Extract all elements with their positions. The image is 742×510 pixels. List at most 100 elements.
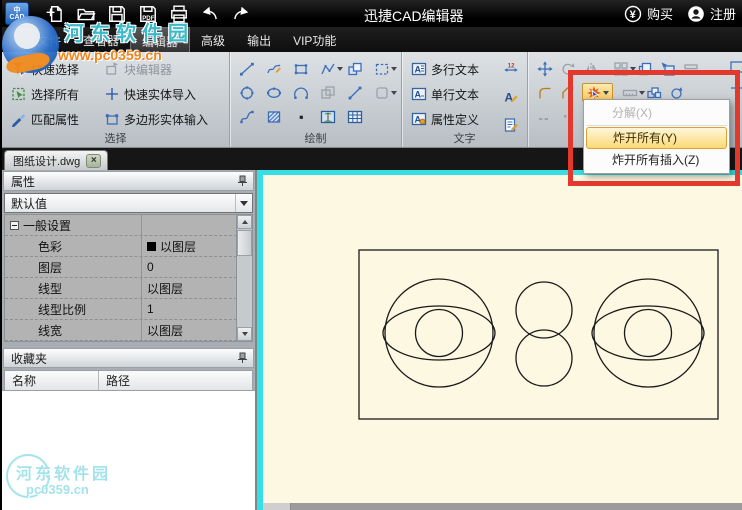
collapse-icon[interactable] [10,221,19,230]
scroll-up-icon[interactable] [237,215,252,229]
cad-drawing [263,175,742,503]
menu-item-1[interactable]: 查看器 [72,27,130,52]
ribbon-button-multiline[interactable] [346,82,372,103]
horizontal-scrollbar[interactable] [263,503,742,510]
block-editor-icon [103,61,120,78]
chevron-down-icon [235,194,252,212]
menu-item-3[interactable]: 高级 [190,27,236,52]
ribbon-button-text-style[interactable]: A [502,86,524,107]
ribbon-button-quick-select[interactable]: 快速选择 [10,58,79,80]
menu-item-0[interactable]: 文件 [26,27,72,52]
ribbon-button-hatch[interactable] [265,106,291,127]
property-row-3[interactable]: 线型比例1 [5,299,252,320]
menu-option-2[interactable]: 炸开所有插入(Z) [584,149,729,171]
boundary-icon [373,60,390,77]
quick-access-toolbar: PDF [45,4,251,24]
ribbon-button-move[interactable] [536,58,558,79]
properties-panel-header: 属性 [3,171,254,191]
property-row-4[interactable]: 线宽以图层 [5,320,252,341]
dimension-icon: 12 [502,60,519,77]
ribbon-button-rectangle[interactable] [292,58,318,79]
ribbon-button-polyline[interactable] [319,58,345,79]
property-row-2[interactable]: 线型以图层 [5,278,252,299]
ribbon-button-freehand[interactable] [265,58,291,79]
ribbon-button-select-all[interactable]: 选择所有 [10,83,79,105]
menu-item-5[interactable]: VIP功能 [282,27,347,52]
region-icon [373,84,390,101]
ribbon-button-dimension[interactable]: 12 [502,58,524,79]
ribbon-button-match-properties[interactable]: 匹配属性 [10,108,79,130]
chevron-down-icon [337,67,343,71]
insert-block-icon [346,60,363,77]
new-file-icon[interactable] [45,4,65,24]
undo-icon[interactable] [200,4,220,24]
column-name[interactable]: 名称 [5,371,99,390]
table-icon [346,108,363,125]
close-tab-icon[interactable]: × [86,154,101,168]
drawing-canvas[interactable] [257,170,742,510]
ribbon-button-layout-bars [682,58,704,79]
property-row-1[interactable]: 图层0 [5,257,252,278]
ribbon-button-copy-objects[interactable] [636,58,658,79]
save-pdf-icon[interactable]: PDF [138,4,158,24]
property-scrollbar[interactable] [236,215,252,341]
line-icon [238,60,255,77]
property-preset-dropdown[interactable]: 默认值 [4,193,253,213]
ribbon-button-point[interactable] [292,106,318,127]
buy-button[interactable]: ¥ 购买 [624,4,673,23]
property-row-0[interactable]: 色彩以图层 [5,236,252,257]
group-label-select: 选择 [2,130,229,146]
ribbon-button-image[interactable] [319,106,345,127]
cad-shape-rect [359,250,718,419]
menu-item-4[interactable]: 输出 [236,27,282,52]
menu-item-2[interactable]: 编辑器 [130,27,190,52]
chevron-down-icon [391,91,397,95]
clipped-icon [728,58,742,75]
favorites-list[interactable] [2,390,255,510]
hatch-icon [265,108,282,125]
favorites-panel-header: 收藏夹 [3,348,254,368]
svg-text:¥: ¥ [630,9,637,21]
menu-option-1[interactable]: 炸开所有(Y) [586,127,727,149]
document-tab[interactable]: 图纸设计.dwg × [4,150,108,170]
ribbon-button-spline[interactable] [238,106,264,127]
ribbon-button-insert-block[interactable] [346,58,372,79]
print-icon[interactable] [169,4,189,24]
ribbon-button-ellipse[interactable] [265,82,291,103]
mirror-icon [582,60,599,77]
menu-option-0: 分解(X) [584,102,729,124]
cad-shape-ellipse [383,306,495,360]
ribbon-button-dots-1 [536,108,558,129]
ribbon-button-block-editor: 块编辑器 [103,58,172,80]
ribbon-button-table[interactable] [346,106,372,127]
ribbon-button-arc[interactable] [292,82,318,103]
hscroll-thumb[interactable] [263,503,291,510]
ribbon-button-line[interactable] [238,58,264,79]
register-button[interactable]: 注册 [687,4,736,23]
scroll-down-icon[interactable] [237,327,252,341]
ribbon-group-text: A多行文本A单行文本A属性定义 12A 文字 [402,52,528,147]
group-label-draw: 绘制 [230,130,401,146]
save-icon[interactable] [107,4,127,24]
open-icon[interactable] [76,4,96,24]
attribute-icon: A [410,111,427,128]
ribbon-button-entity-import[interactable]: 快速实体导入 [103,83,196,105]
ribbon-button-boundary[interactable] [373,58,399,79]
app-title: 迅捷CAD编辑器 [364,6,464,26]
ribbon-button-circle[interactable] [238,82,264,103]
ribbon-button-polygon-entity[interactable]: 多边形实体输入 [103,108,208,130]
pin-icon[interactable] [237,352,248,364]
column-path[interactable]: 路径 [99,372,130,389]
scrollbar-thumb[interactable] [237,230,252,256]
ribbon-button-chamfer[interactable] [559,82,581,103]
redo-icon[interactable] [231,4,251,24]
pin-icon[interactable] [237,175,248,187]
circle-icon [238,84,255,101]
ribbon-button-insert[interactable] [659,58,681,79]
ribbon-button-fillet[interactable] [536,82,558,103]
ribbon-button-copy [319,82,345,103]
ribbon-button-attribute[interactable]: A属性定义 [410,108,479,130]
ribbon-button-text[interactable]: A单行文本 [410,83,479,105]
mtext-icon: A [410,61,427,78]
ribbon-button-mtext[interactable]: A多行文本 [410,58,479,80]
